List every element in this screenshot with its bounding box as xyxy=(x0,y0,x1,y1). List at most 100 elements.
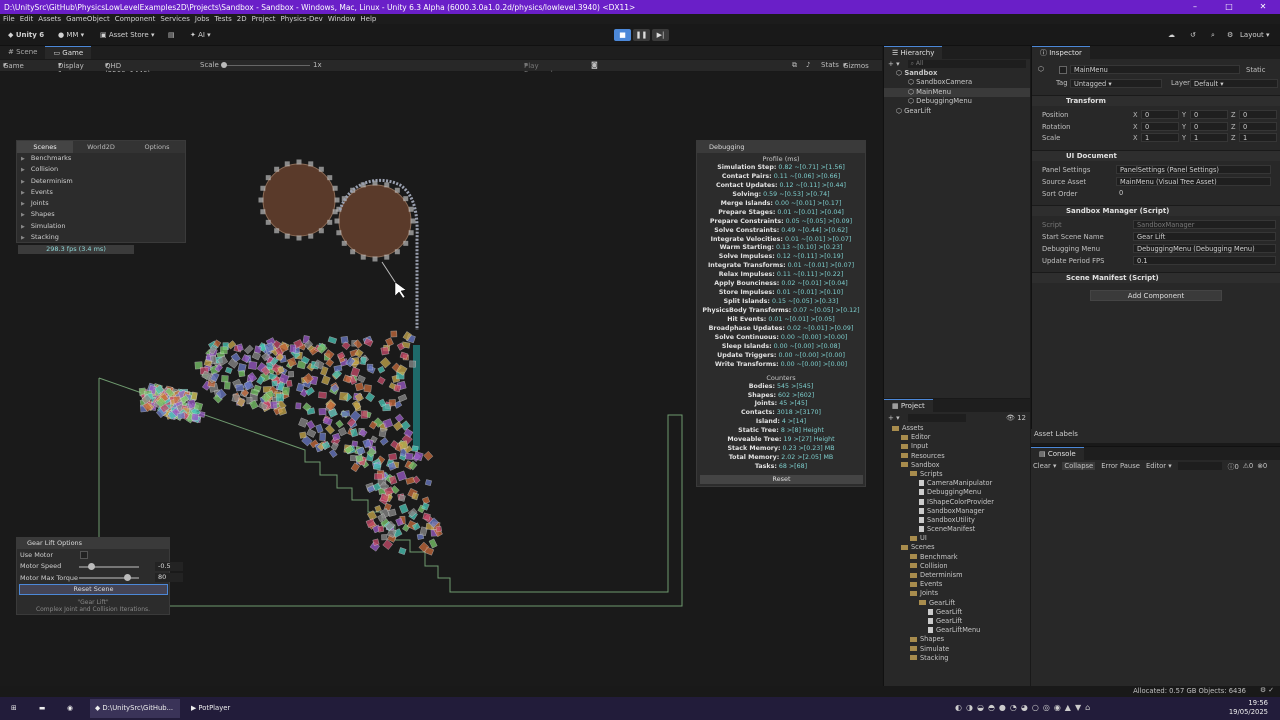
gizmos-button[interactable]: Gizmos ▾ xyxy=(843,61,869,70)
add-object-button[interactable]: + ▾ xyxy=(888,60,900,68)
taskbar-unity-app[interactable]: ◆ D:\UnitySrc\GitHub... xyxy=(90,699,180,718)
project-item[interactable]: Resources xyxy=(884,452,1030,461)
scale-slider-knob[interactable] xyxy=(221,62,227,68)
start-button[interactable]: ⊞ xyxy=(6,699,22,718)
audio-icon[interactable]: ♪ xyxy=(806,61,810,69)
search-icon[interactable]: ⌕ xyxy=(1207,28,1219,42)
history-icon[interactable]: ↺ xyxy=(1186,28,1200,42)
menu-gameobject[interactable]: GameObject xyxy=(66,15,110,23)
project-item[interactable]: SandboxUtility xyxy=(884,516,1030,525)
scene-item-events[interactable]: ▶ Events xyxy=(17,187,185,198)
taskbar-potplayer[interactable]: ▶ PotPlayer xyxy=(186,699,235,718)
layout-dropdown[interactable]: Layout ▾ xyxy=(1236,28,1274,42)
minimize-button[interactable]: – xyxy=(1178,0,1212,14)
static-toggle[interactable]: Static xyxy=(1246,66,1265,74)
scene-item-simulation[interactable]: ▶ Simulation xyxy=(17,221,185,232)
debug-reset-button[interactable]: Reset xyxy=(700,475,863,484)
display-dropdown[interactable]: Display 1 ▾ xyxy=(58,61,84,78)
console-search[interactable] xyxy=(1177,461,1222,470)
rot-x-field[interactable]: 0 xyxy=(1141,122,1179,131)
play-focused-dropdown[interactable]: Play Focused ▾ xyxy=(524,61,553,78)
sandbox-manager-component[interactable]: Sandbox Manager (Script) xyxy=(1032,205,1280,216)
clear-button[interactable]: Clear ▾ xyxy=(1033,462,1056,470)
project-item[interactable]: Shapes xyxy=(884,635,1030,644)
menu-component[interactable]: Component xyxy=(115,15,156,23)
project-item[interactable]: Editor xyxy=(884,433,1030,442)
tab-game[interactable]: ▭ Game xyxy=(45,46,92,59)
pos-y-field[interactable]: 0 xyxy=(1190,110,1228,119)
hierarchy-item[interactable]: ⬡ MainMenu xyxy=(884,87,1030,98)
version-control-icon[interactable]: ▤ xyxy=(164,28,179,42)
project-item[interactable]: Determinism xyxy=(884,571,1030,580)
menu-file[interactable]: File xyxy=(3,15,15,23)
debug-menu-field[interactable]: DebuggingMenu (Debugging Menu) xyxy=(1133,244,1276,253)
project-item[interactable]: GearLift xyxy=(884,608,1030,617)
warning-count[interactable]: ⚠0 xyxy=(1243,462,1253,470)
scene-item-joints[interactable]: ▶ Joints xyxy=(17,198,185,209)
clock[interactable]: 19:56 19/05/2025 xyxy=(1229,699,1268,717)
motor-torque-knob[interactable] xyxy=(124,574,131,581)
tab-scenes[interactable]: Scenes xyxy=(17,141,73,153)
hierarchy-item[interactable]: ⬡ DebuggingMenu xyxy=(884,97,1030,106)
scene-item-benchmarks[interactable]: ▶ Benchmarks xyxy=(17,153,185,164)
project-item[interactable]: Simulate xyxy=(884,645,1030,654)
tab-hierarchy[interactable]: ☰ Hierarchy xyxy=(884,46,943,59)
scl-z-field[interactable]: 1 xyxy=(1239,133,1277,142)
maximize-button[interactable]: □ xyxy=(1212,0,1246,14)
project-item[interactable]: IShapeColorProvider xyxy=(884,498,1030,507)
close-button[interactable]: ✕ xyxy=(1246,0,1280,14)
update-fps-field[interactable]: 0.1 xyxy=(1133,256,1276,265)
scene-item-collision[interactable]: ▶ Collision xyxy=(17,164,185,175)
hierarchy-item[interactable]: ⬡ GearLift xyxy=(884,107,1030,116)
tab-options[interactable]: Options xyxy=(129,141,185,153)
menu-project[interactable]: Project xyxy=(252,15,276,23)
project-item[interactable]: SceneManifest xyxy=(884,525,1030,534)
log-count[interactable]: ⓘ0 xyxy=(1228,461,1239,471)
rot-y-field[interactable]: 0 xyxy=(1190,122,1228,131)
project-item[interactable]: GearLift xyxy=(884,617,1030,626)
motor-speed-knob[interactable] xyxy=(88,562,95,570)
unity-menu-button[interactable]: ◆ Unity 6 xyxy=(4,28,48,42)
menu-physics-dev[interactable]: Physics-Dev xyxy=(281,15,323,23)
motor-torque-field[interactable]: 80 xyxy=(155,573,183,582)
sort-order-field[interactable]: 0 xyxy=(1116,189,1278,198)
start-scene-field[interactable]: Gear Lift xyxy=(1133,232,1276,241)
project-item[interactable]: Collision xyxy=(884,562,1030,571)
tab-project[interactable]: ▦ Project xyxy=(884,399,933,412)
tab-world2d[interactable]: World2D xyxy=(73,141,129,153)
project-item[interactable]: Events xyxy=(884,580,1030,589)
tab-scene[interactable]: # Scene xyxy=(0,46,45,59)
add-component-button[interactable]: Add Component xyxy=(1090,290,1222,301)
object-name-field[interactable]: MainMenu xyxy=(1070,65,1240,74)
hierarchy-search[interactable]: ⌕ All xyxy=(907,60,1026,68)
scl-y-field[interactable]: 1 xyxy=(1190,133,1228,142)
pos-x-field[interactable]: 0 xyxy=(1141,110,1179,119)
collapse-toggle[interactable]: Collapse xyxy=(1062,461,1096,470)
rot-z-field[interactable]: 0 xyxy=(1239,122,1277,131)
scl-x-field[interactable]: 1 xyxy=(1141,133,1179,142)
active-checkbox[interactable] xyxy=(1059,66,1067,74)
project-item[interactable]: Input xyxy=(884,442,1030,451)
reset-scene-button[interactable]: Reset Scene xyxy=(19,584,168,595)
game-mode-dropdown[interactable]: Game ▾ xyxy=(3,61,24,70)
scene-item-shapes[interactable]: ▶ Shapes xyxy=(17,209,185,220)
hierarchy-item[interactable]: ⬡ Sandbox xyxy=(884,69,1030,78)
project-item[interactable]: Benchmark xyxy=(884,553,1030,562)
project-item[interactable]: Sandbox xyxy=(884,461,1030,470)
error-count[interactable]: ⊗0 xyxy=(1257,462,1267,470)
motor-speed-slider[interactable] xyxy=(79,562,139,570)
scene-manifest-component[interactable]: Scene Manifest (Script) xyxy=(1032,272,1280,283)
error-pause-toggle[interactable]: Error Pause xyxy=(1101,462,1140,470)
menu-tests[interactable]: Tests xyxy=(214,15,231,23)
layer-dropdown[interactable]: Default ▾ xyxy=(1190,79,1278,88)
project-item[interactable]: SandboxManager xyxy=(884,507,1030,516)
stats-button[interactable]: Stats xyxy=(821,61,839,69)
project-add-button[interactable]: + ▾ xyxy=(888,414,900,422)
play-button[interactable]: ■ xyxy=(614,29,631,41)
asset-store-button[interactable]: ▣ Asset Store ▾ xyxy=(96,28,158,42)
menu-2d[interactable]: 2D xyxy=(237,15,247,23)
scene-item-determinism[interactable]: ▶ Determinism xyxy=(17,176,185,187)
project-item[interactable]: Assets xyxy=(884,424,1030,433)
project-item[interactable]: Joints xyxy=(884,589,1030,598)
menu-services[interactable]: Services xyxy=(160,15,190,23)
